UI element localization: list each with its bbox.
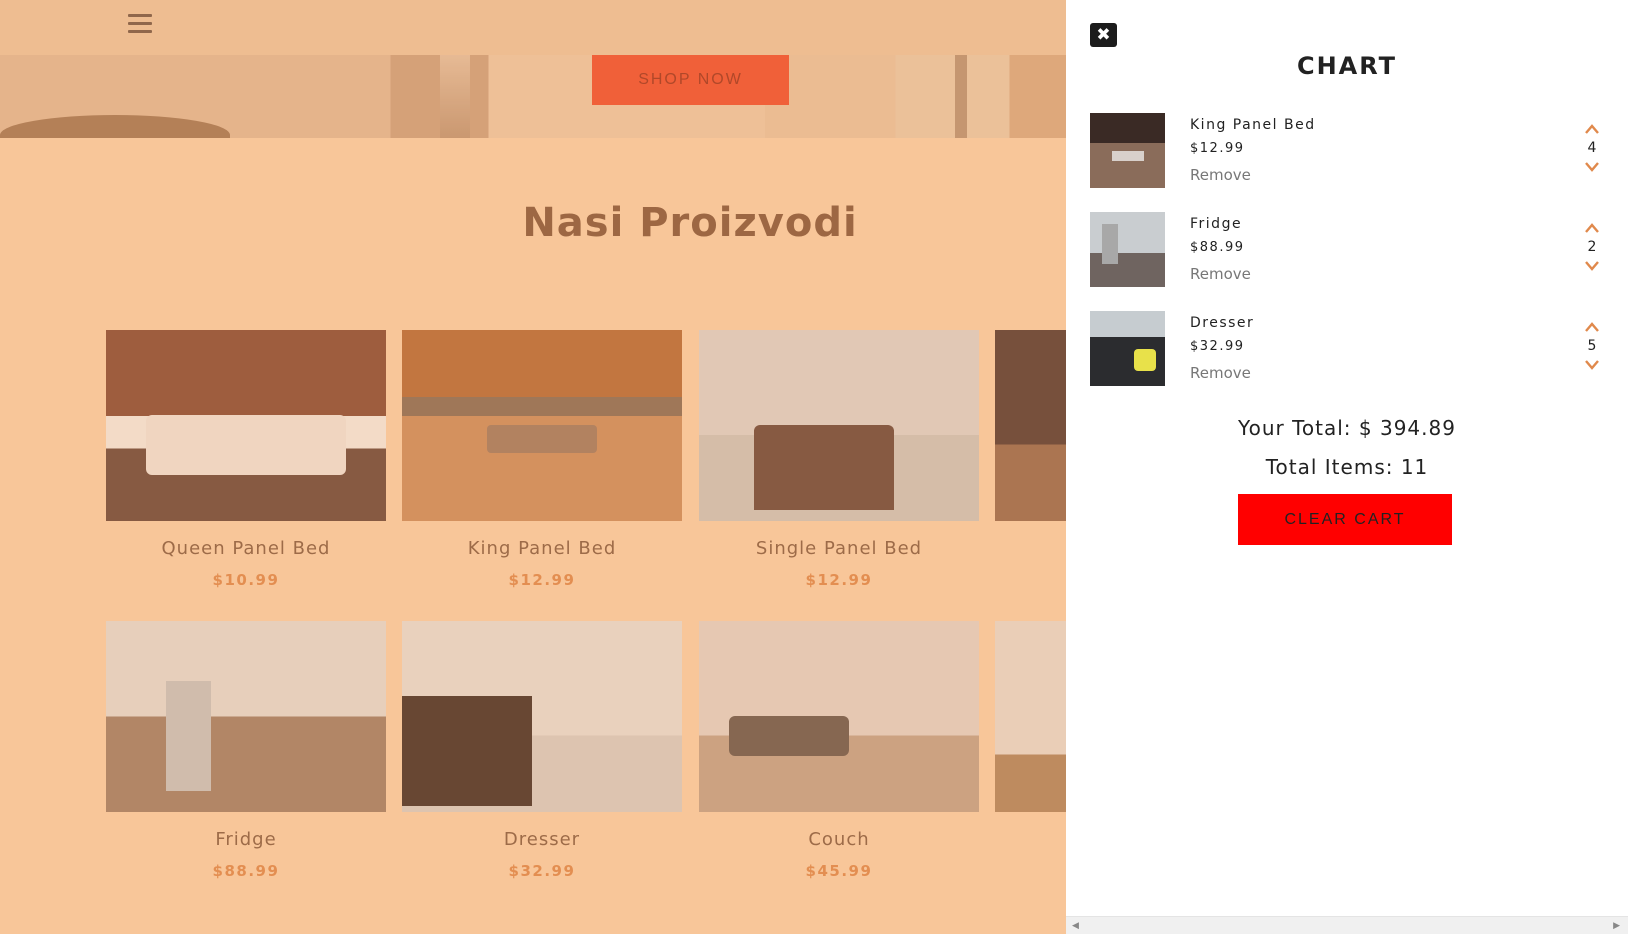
chevron-up-icon[interactable]: [1584, 321, 1600, 333]
cart-item-name: Fridge: [1190, 216, 1243, 232]
remove-button[interactable]: Remove: [1190, 364, 1251, 382]
cart-item: Dresser $32.99 Remove 5: [1090, 311, 1600, 386]
cart-item: King Panel Bed $12.99 Remove 4: [1090, 113, 1600, 188]
cart-item-name: Dresser: [1190, 315, 1255, 331]
cart-item-price: $12.99: [1190, 141, 1245, 156]
cart-item-price: $88.99: [1190, 240, 1245, 255]
cart-title: CHART: [1296, 52, 1398, 80]
cart-panel: ✖ CHART King Panel Bed $12.99 Remove 4 F…: [1066, 0, 1628, 934]
cart-item-image: [1090, 311, 1165, 386]
remove-button[interactable]: Remove: [1190, 265, 1251, 283]
close-icon[interactable]: ✖: [1090, 23, 1117, 47]
chevron-up-icon[interactable]: [1584, 222, 1600, 234]
cart-item: Fridge $88.99 Remove 2: [1090, 212, 1600, 287]
chevron-down-icon[interactable]: [1584, 260, 1600, 272]
chevron-up-icon[interactable]: [1584, 123, 1600, 135]
cart-item-image: [1090, 113, 1165, 188]
remove-button[interactable]: Remove: [1190, 166, 1251, 184]
clear-cart-button[interactable]: CLEAR CART: [1238, 494, 1452, 545]
cart-item-price: $32.99: [1190, 339, 1245, 354]
cart-item-quantity: 2: [1587, 239, 1597, 255]
scroll-left-icon[interactable]: ◀: [1072, 921, 1079, 931]
cart-overlay[interactable]: [0, 0, 1066, 934]
horizontal-scrollbar[interactable]: ◀ ▶: [1066, 916, 1628, 934]
cart-total: Your Total: $ 394.89: [1238, 416, 1456, 440]
cart-item-image: [1090, 212, 1165, 287]
scroll-right-icon[interactable]: ▶: [1613, 921, 1620, 931]
cart-item-quantity: 5: [1587, 338, 1597, 354]
cart-item-name: King Panel Bed: [1190, 117, 1316, 133]
cart-item-quantity: 4: [1587, 140, 1597, 156]
chevron-down-icon[interactable]: [1584, 359, 1600, 371]
cart-items-count: Total Items: 11: [1265, 455, 1429, 479]
chevron-down-icon[interactable]: [1584, 161, 1600, 173]
